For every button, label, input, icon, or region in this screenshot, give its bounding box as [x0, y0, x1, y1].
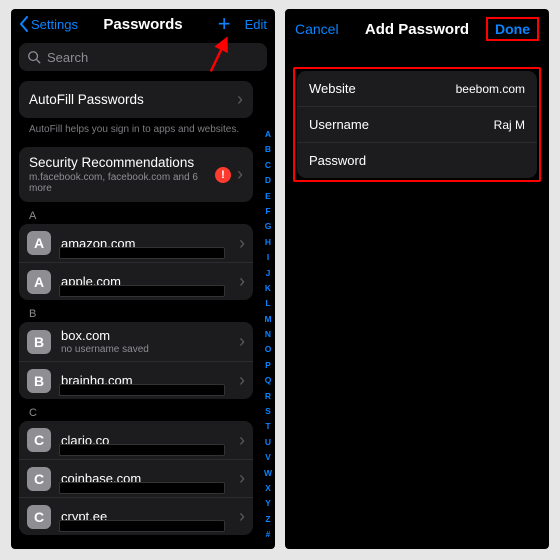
- index-letter[interactable]: J: [266, 268, 271, 279]
- index-letter[interactable]: F: [265, 206, 270, 217]
- chevron-right-icon: ›: [237, 89, 243, 110]
- password-field[interactable]: Password: [297, 142, 537, 178]
- index-letter[interactable]: U: [265, 437, 271, 448]
- autofill-label: AutoFill Passwords: [29, 92, 237, 107]
- index-letter[interactable]: Q: [265, 375, 272, 386]
- index-letter[interactable]: I: [267, 252, 269, 263]
- chevron-right-icon: ›: [239, 271, 245, 292]
- nav-actions: + Edit: [218, 13, 267, 35]
- index-letter[interactable]: A: [265, 129, 271, 140]
- site-avatar: B: [27, 330, 51, 354]
- password-entry[interactable]: Aamazon.com›: [19, 224, 253, 262]
- index-letter[interactable]: W: [264, 468, 272, 479]
- index-letter[interactable]: M: [264, 314, 271, 325]
- security-subtitle: m.facebook.com, facebook.com and 6 more: [29, 172, 215, 194]
- navbar: Cancel Add Password Done: [285, 9, 549, 49]
- chevron-right-icon: ›: [239, 430, 245, 451]
- chevron-right-icon: ›: [239, 506, 245, 527]
- index-letter[interactable]: H: [265, 237, 271, 248]
- redaction-overlay: [59, 384, 225, 396]
- index-letter[interactable]: S: [265, 406, 271, 417]
- back-label: Settings: [31, 17, 78, 32]
- edit-button[interactable]: Edit: [245, 17, 267, 32]
- cancel-button[interactable]: Cancel: [295, 21, 339, 37]
- entry-primary: box.com: [61, 328, 239, 343]
- index-letter[interactable]: O: [265, 344, 272, 355]
- section-header: A: [29, 210, 261, 222]
- website-label: Website: [309, 81, 456, 96]
- index-letter[interactable]: N: [265, 329, 271, 340]
- username-value: Raj M: [494, 118, 525, 132]
- content-scroll[interactable]: AutoFill Passwords › AutoFill helps you …: [11, 81, 275, 549]
- done-button[interactable]: Done: [486, 17, 539, 41]
- index-letter[interactable]: Y: [265, 498, 271, 509]
- autofill-hint: AutoFill helps you sign in to apps and w…: [29, 124, 243, 135]
- chevron-right-icon: ›: [239, 233, 245, 254]
- index-letter[interactable]: V: [265, 452, 271, 463]
- index-letter[interactable]: R: [265, 391, 271, 402]
- site-avatar: B: [27, 369, 51, 393]
- list-group: Bbox.comno username saved›Bbrainhq.com›: [19, 322, 253, 399]
- website-value: beebom.com: [456, 82, 525, 96]
- index-letter[interactable]: K: [265, 283, 271, 294]
- site-avatar: C: [27, 505, 51, 529]
- password-entry[interactable]: Ccoinbase.com›: [19, 459, 253, 497]
- navbar: Settings Passwords + Edit: [11, 9, 275, 39]
- list-group: Aamazon.com›Aapple.com›: [19, 224, 253, 300]
- search-icon: [27, 50, 41, 64]
- passwords-screen: Settings Passwords + Edit Search AutoFil…: [11, 9, 275, 549]
- list-group: Cclario.co›Ccoinbase.com›Ccrypt.ee›: [19, 421, 253, 535]
- index-letter[interactable]: B: [265, 144, 271, 155]
- password-entry[interactable]: Bbox.comno username saved›: [19, 322, 253, 361]
- site-avatar: A: [27, 231, 51, 255]
- site-avatar: C: [27, 467, 51, 491]
- security-label: Security Recommendations: [29, 155, 215, 170]
- website-field[interactable]: Website beebom.com: [297, 71, 537, 106]
- autofill-row[interactable]: AutoFill Passwords ›: [19, 81, 253, 118]
- section-header: B: [29, 308, 261, 320]
- alphabet-index[interactable]: ABCDEFGHIJKLMNOPQRSTUVWXYZ #: [262, 129, 274, 541]
- password-entry[interactable]: Aapple.com›: [19, 262, 253, 300]
- add-password-form: Website beebom.com Username Raj M Passwo…: [293, 67, 541, 182]
- search-placeholder: Search: [47, 50, 88, 65]
- chevron-right-icon: ›: [237, 164, 243, 185]
- password-entry[interactable]: Cclario.co›: [19, 421, 253, 459]
- index-letter[interactable]: T: [265, 421, 270, 432]
- index-letter[interactable]: C: [265, 160, 271, 171]
- password-sections: AAamazon.com›Aapple.com›BBbox.comno user…: [11, 210, 261, 535]
- index-letter[interactable]: L: [265, 298, 270, 309]
- password-entry[interactable]: Bbrainhq.com›: [19, 361, 253, 399]
- username-field[interactable]: Username Raj M: [297, 106, 537, 142]
- password-label: Password: [309, 153, 525, 168]
- password-entry[interactable]: Ccrypt.ee›: [19, 497, 253, 535]
- username-label: Username: [309, 117, 494, 132]
- index-letter[interactable]: Z: [265, 514, 270, 525]
- site-avatar: A: [27, 270, 51, 294]
- add-button[interactable]: +: [218, 13, 231, 35]
- redaction-overlay: [59, 444, 225, 456]
- chevron-right-icon: ›: [239, 331, 245, 352]
- redaction-overlay: [59, 520, 225, 532]
- back-button[interactable]: Settings: [19, 16, 218, 32]
- index-letter[interactable]: #: [266, 529, 271, 540]
- security-recommendations-row[interactable]: Security Recommendations m.facebook.com,…: [19, 147, 253, 202]
- index-letter[interactable]: G: [265, 221, 272, 232]
- chevron-left-icon: [19, 16, 29, 32]
- chevron-right-icon: ›: [239, 468, 245, 489]
- site-avatar: C: [27, 428, 51, 452]
- index-letter[interactable]: P: [265, 360, 271, 371]
- add-password-screen: Cancel Add Password Done Website beebom.…: [285, 9, 549, 549]
- section-header: C: [29, 407, 261, 419]
- redaction-overlay: [59, 247, 225, 259]
- index-letter[interactable]: D: [265, 175, 271, 186]
- redaction-overlay: [59, 285, 225, 297]
- entry-secondary: no username saved: [61, 344, 239, 355]
- index-letter[interactable]: E: [265, 191, 271, 202]
- redaction-overlay: [59, 482, 225, 494]
- chevron-right-icon: ›: [239, 370, 245, 391]
- index-letter[interactable]: X: [265, 483, 271, 494]
- alert-badge: !: [215, 167, 231, 183]
- search-input[interactable]: Search: [19, 43, 267, 71]
